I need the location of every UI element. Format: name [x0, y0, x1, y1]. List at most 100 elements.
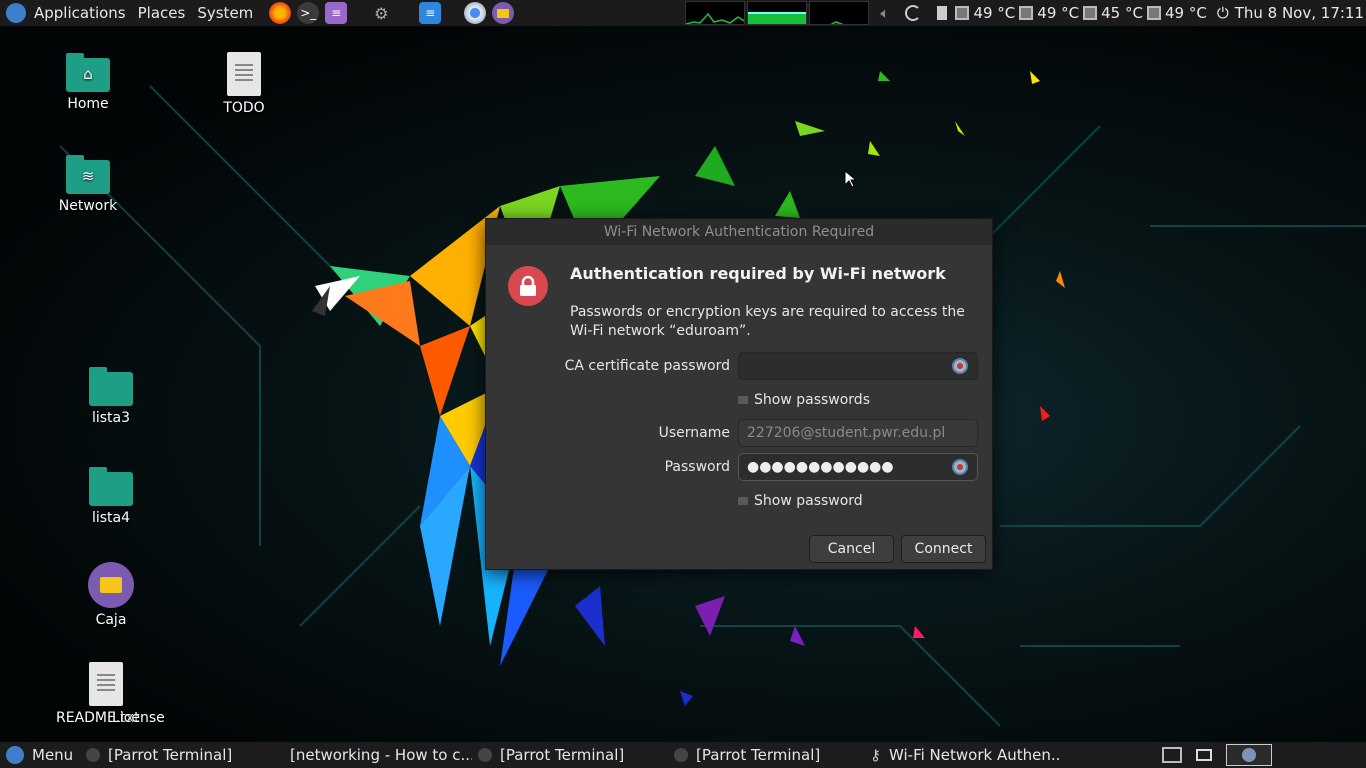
- bottom-panel: Menu [Parrot Terminal] [networking - How…: [0, 742, 1366, 768]
- volume-icon[interactable]: 🔈︎: [880, 4, 889, 22]
- temp-value-1: 49 °C: [973, 4, 1016, 22]
- dialog-titlebar[interactable]: Wi-Fi Network Authentication Required: [486, 219, 992, 245]
- desktop-icon-label: Network: [58, 198, 118, 214]
- taskbar-item-label: Wi-Fi Network Authen...: [889, 746, 1060, 764]
- taskbar-item-wifi-dialog[interactable]: ⚷ Wi-Fi Network Authen...: [864, 742, 1060, 768]
- password-label: Password: [664, 459, 730, 475]
- desktop-icon-label: Caja: [95, 612, 127, 628]
- desktop-icon-home[interactable]: ⌂ Home: [38, 53, 138, 112]
- mouse-cursor-icon: [844, 169, 858, 192]
- ca-password-label: CA certificate password: [564, 358, 730, 374]
- taskbar-item-terminal-2[interactable]: [Parrot Terminal]: [472, 742, 668, 768]
- parrot-menu-icon: [6, 3, 26, 23]
- cpu-chip-icon: [1146, 6, 1161, 20]
- username-label: Username: [658, 425, 730, 441]
- folder-icon: [89, 467, 133, 506]
- taskbar-item-label: [Parrot Terminal]: [108, 746, 233, 764]
- network-folder-icon: ≋: [66, 155, 110, 194]
- taskbar-item-terminal-3[interactable]: [Parrot Terminal]: [668, 742, 864, 768]
- show-passwords-label: Show passwords: [754, 392, 870, 408]
- cancel-button[interactable]: Cancel: [809, 535, 894, 563]
- desktop-icon-network[interactable]: ≋ Network: [38, 155, 138, 214]
- battery-icon[interactable]: [937, 6, 948, 20]
- home-folder-icon: ⌂: [66, 53, 110, 92]
- terminal-icon: [478, 748, 492, 762]
- settings-launcher-icon[interactable]: ⚙: [370, 2, 392, 24]
- memory-graph[interactable]: [747, 1, 807, 25]
- cpu-chip-icon: [955, 6, 970, 20]
- chrome-icon: [1242, 748, 1256, 762]
- text-document-icon: [227, 52, 261, 96]
- workspace-switcher[interactable]: [1226, 744, 1272, 766]
- temp-sensor-3[interactable]: 45 °C: [1083, 4, 1143, 22]
- terminal-icon: [86, 748, 100, 762]
- username-input[interactable]: [738, 419, 978, 447]
- terminal-launcher-icon[interactable]: >_: [297, 2, 320, 24]
- main-menu-label: Menu: [32, 746, 74, 764]
- files-launcher-icon[interactable]: [492, 2, 515, 24]
- system-menu-label: System: [197, 4, 254, 22]
- desktop-icon-label-license[interactable]: License: [112, 710, 165, 726]
- applications-menu-label: Applications: [34, 4, 126, 22]
- dialog-message: Passwords or encryption keys are require…: [570, 304, 965, 339]
- temp-sensor-1[interactable]: 49 °C: [955, 4, 1015, 22]
- cpu-chip-icon: [1083, 6, 1098, 20]
- taskbar-item-terminal-1[interactable]: [Parrot Terminal]: [80, 742, 276, 768]
- desktop-icon-lista3[interactable]: lista3: [61, 367, 161, 426]
- terminal-icon: [674, 748, 688, 762]
- folder-icon: [89, 367, 133, 406]
- chrome-launcher-icon[interactable]: [464, 2, 487, 24]
- temp-sensor-4[interactable]: 49 °C: [1146, 4, 1207, 22]
- places-menu-label: Places: [137, 4, 186, 22]
- temp-value-3: 45 °C: [1101, 4, 1143, 22]
- taskbar-item-label: [Parrot Terminal]: [500, 746, 625, 764]
- taskbar-item-browser[interactable]: [networking - How to c...: [276, 742, 472, 768]
- lock-icon: [508, 266, 548, 306]
- desktop-icon-label: TODO: [223, 100, 265, 116]
- ca-password-options-icon[interactable]: [952, 358, 968, 374]
- key-icon: ⚷: [870, 746, 881, 764]
- desktop-icon-label: lista4: [91, 510, 131, 526]
- notes-launcher-icon[interactable]: ≡: [419, 2, 442, 24]
- network-busy-icon[interactable]: [905, 5, 922, 21]
- text-editor-launcher-icon[interactable]: ≡: [325, 2, 348, 24]
- main-menu-button[interactable]: Menu: [0, 742, 80, 768]
- caja-file-manager-icon: [88, 562, 134, 608]
- show-passwords-checkbox[interactable]: Show passwords: [738, 392, 870, 408]
- power-icon[interactable]: ⏻: [1217, 4, 1229, 22]
- temp-value-4: 49 °C: [1164, 4, 1207, 22]
- desktop-icon-label: lista3: [91, 410, 131, 426]
- firefox-launcher-icon[interactable]: [269, 2, 292, 24]
- dialog-heading: Authentication required by Wi-Fi network: [570, 264, 946, 283]
- taskbar-item-label: [networking - How to c...: [290, 746, 472, 764]
- keyboard-layout-icon[interactable]: [1162, 747, 1182, 763]
- parrot-menu-icon: [6, 746, 24, 764]
- desktop-icon-todo[interactable]: TODO: [194, 52, 294, 116]
- ca-password-input[interactable]: [738, 352, 978, 380]
- top-panel: Applications Places System >_ ≡ ⚙ ≡ 🔈︎ 4…: [0, 0, 1366, 26]
- cpu-chip-icon: [1019, 6, 1034, 20]
- checkbox-box[interactable]: [738, 396, 748, 404]
- checkbox-box[interactable]: [738, 497, 748, 505]
- applications-menu[interactable]: Applications: [0, 0, 132, 26]
- system-menu[interactable]: System: [191, 0, 259, 26]
- clock[interactable]: Thu 8 Nov, 17:11: [1235, 4, 1364, 22]
- password-input[interactable]: [738, 453, 978, 481]
- desktop-icon-caja[interactable]: Caja: [61, 562, 161, 628]
- show-desktop-icon[interactable]: [1196, 749, 1212, 761]
- taskbar-item-label: [Parrot Terminal]: [696, 746, 821, 764]
- text-document-icon: [89, 662, 123, 706]
- show-password-label: Show password: [754, 493, 863, 509]
- places-menu[interactable]: Places: [132, 0, 192, 26]
- desktop-icon-readme[interactable]: [56, 662, 156, 710]
- network-graph[interactable]: [809, 1, 869, 25]
- desktop-icon-lista4[interactable]: lista4: [61, 467, 161, 526]
- password-options-icon[interactable]: [952, 459, 968, 475]
- cpu-graph[interactable]: [685, 1, 745, 25]
- temp-sensor-2[interactable]: 49 °C: [1019, 4, 1079, 22]
- wifi-auth-dialog[interactable]: Wi-Fi Network Authentication Required Au…: [485, 218, 993, 570]
- show-password-checkbox[interactable]: Show password: [738, 493, 863, 509]
- temp-value-2: 49 °C: [1037, 4, 1080, 22]
- desktop-icon-label: Home: [67, 96, 109, 112]
- connect-button[interactable]: Connect: [901, 535, 986, 563]
